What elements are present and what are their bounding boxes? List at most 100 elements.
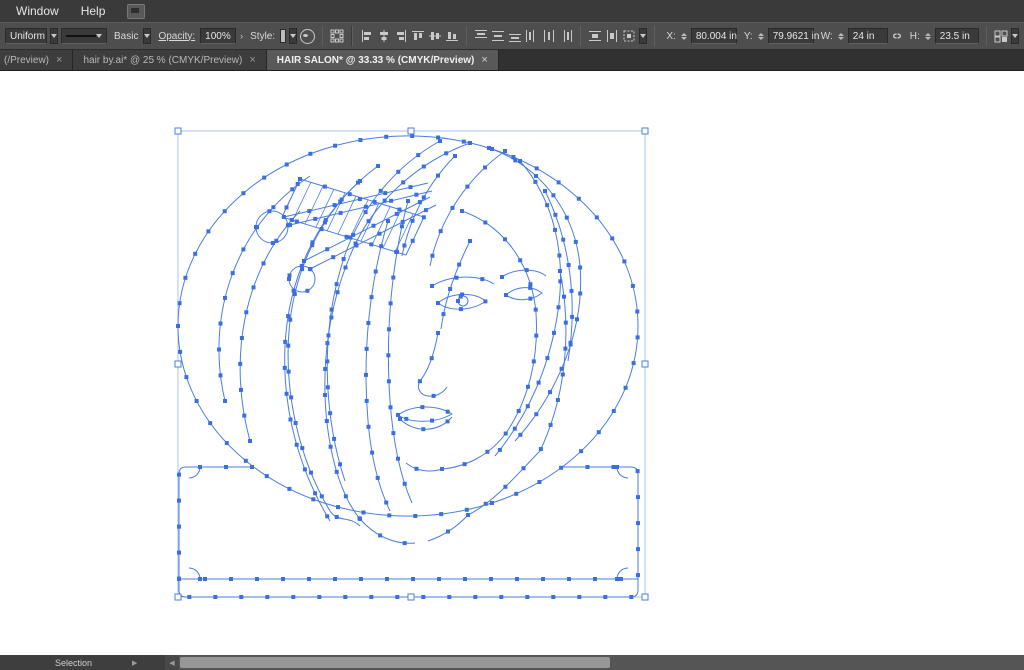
vector-path[interactable] [288, 166, 378, 526]
canvas-area[interactable] [0, 71, 1024, 655]
anchor-point[interactable] [289, 418, 293, 422]
anchor-point[interactable] [370, 451, 374, 455]
anchor-point[interactable] [183, 276, 187, 280]
anchor-point[interactable] [224, 465, 228, 469]
anchor-point[interactable] [336, 290, 340, 294]
anchor-point[interactable] [362, 511, 366, 515]
anchor-point[interactable] [286, 344, 290, 348]
anchor-point[interactable] [558, 279, 562, 283]
anchor-point[interactable] [348, 236, 352, 240]
anchor-point[interactable] [439, 229, 443, 233]
anchor-point[interactable] [420, 405, 424, 409]
anchor-point[interactable] [577, 595, 581, 599]
anchor-point[interactable] [369, 242, 373, 246]
anchor-point[interactable] [409, 185, 413, 189]
anchor-point[interactable] [184, 375, 188, 379]
anchor-point[interactable] [463, 462, 467, 466]
anchor-point[interactable] [448, 287, 452, 291]
anchor-point[interactable] [206, 229, 210, 233]
anchor-point[interactable] [437, 577, 441, 581]
anchor-point[interactable] [364, 373, 368, 377]
anchor-point[interactable] [421, 595, 425, 599]
anchor-point[interactable] [558, 269, 562, 273]
anchor-point[interactable] [265, 595, 269, 599]
vector-path[interactable] [428, 515, 468, 541]
anchor-point[interactable] [241, 247, 245, 251]
distribute-top-icon[interactable] [474, 26, 488, 46]
width-profile-select[interactable]: Uniform [5, 28, 47, 44]
selection-handle[interactable] [642, 361, 648, 367]
anchor-point[interactable] [365, 399, 369, 403]
anchor-point[interactable] [335, 515, 339, 519]
anchor-point[interactable] [418, 200, 422, 204]
anchor-point[interactable] [255, 577, 259, 581]
anchor-point[interactable] [577, 197, 581, 201]
anchor-point[interactable] [485, 450, 489, 454]
vector-path[interactable] [506, 288, 542, 300]
anchor-point[interactable] [537, 381, 541, 385]
anchor-point[interactable] [292, 289, 296, 293]
anchor-points[interactable] [176, 134, 640, 599]
anchor-point[interactable] [383, 191, 387, 195]
anchor-point[interactable] [615, 465, 619, 469]
anchor-point[interactable] [415, 467, 419, 471]
anchor-point[interactable] [545, 203, 549, 207]
anchor-point[interactable] [557, 180, 561, 184]
artwork-svg[interactable] [0, 71, 1024, 655]
anchor-point[interactable] [430, 284, 434, 288]
anchor-point[interactable] [296, 182, 300, 186]
x-field[interactable]: 80.004 in [691, 28, 737, 44]
anchor-point[interactable] [473, 595, 477, 599]
selection-handle[interactable] [175, 594, 181, 600]
anchor-point[interactable] [403, 541, 407, 545]
anchor-point[interactable] [309, 471, 313, 475]
anchor-point[interactable] [358, 197, 362, 201]
anchor-point[interactable] [466, 513, 470, 517]
anchor-point[interactable] [285, 205, 289, 209]
anchor-point[interactable] [288, 318, 292, 322]
anchor-point[interactable] [241, 191, 245, 195]
anchor-point[interactable] [503, 149, 507, 153]
anchor-point[interactable] [483, 299, 487, 303]
anchor-point[interactable] [525, 268, 529, 272]
options-grid-icon[interactable] [330, 26, 344, 46]
anchor-point[interactable] [632, 361, 636, 365]
anchor-point[interactable] [442, 312, 446, 316]
anchor-point[interactable] [239, 388, 243, 392]
anchor-point[interactable] [387, 379, 391, 383]
anchor-point[interactable] [323, 185, 327, 189]
anchor-point[interactable] [344, 494, 348, 498]
anchor-point[interactable] [484, 502, 488, 506]
anchor-point[interactable] [323, 367, 327, 371]
anchor-point[interactable] [518, 433, 522, 437]
anchor-point[interactable] [332, 437, 336, 441]
scroll-left-icon[interactable]: ◀ [165, 655, 179, 670]
anchor-point[interactable] [325, 419, 329, 423]
selection-handle[interactable] [642, 128, 648, 134]
anchor-point[interactable] [327, 333, 331, 337]
anchor-point[interactable] [446, 419, 450, 423]
align-horizontal-center-icon[interactable] [377, 26, 391, 46]
align-left-icon[interactable] [360, 26, 374, 46]
anchor-point[interactable] [338, 462, 342, 466]
anchor-point[interactable] [177, 499, 181, 503]
anchor-point[interactable] [394, 250, 398, 254]
distribute-vertical-center-icon[interactable] [491, 26, 505, 46]
anchor-point[interactable] [376, 476, 380, 480]
document-tab[interactable]: hair by.ai* @ 25 % (CMYK/Preview) × [73, 50, 266, 70]
anchor-point[interactable] [271, 241, 275, 245]
anchor-point[interactable] [518, 159, 522, 163]
anchor-point[interactable] [290, 187, 294, 191]
anchor-point[interactable] [283, 340, 287, 344]
anchor-point[interactable] [223, 399, 227, 403]
vector-path[interactable] [402, 156, 455, 256]
anchor-point[interactable] [323, 393, 327, 397]
document-tab-active[interactable]: HAIR SALON* @ 33.33 % (CMYK/Preview) × [267, 50, 499, 70]
anchor-point[interactable] [244, 310, 248, 314]
anchor-point[interactable] [436, 136, 440, 140]
anchor-point[interactable] [340, 198, 344, 202]
anchor-point[interactable] [373, 200, 377, 204]
anchor-point[interactable] [457, 263, 461, 267]
anchor-point[interactable] [636, 573, 640, 577]
anchor-point[interactable] [343, 595, 347, 599]
